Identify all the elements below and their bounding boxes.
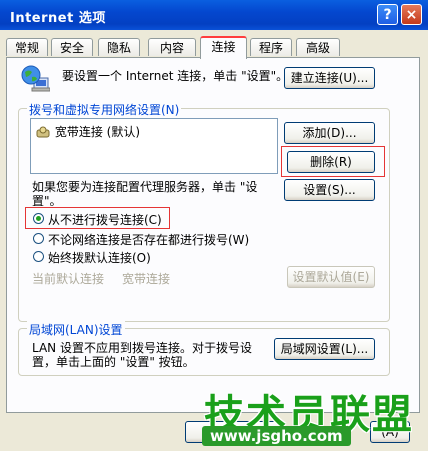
tab-general[interactable]: 常规: [6, 38, 48, 56]
proxy-instruction-text: 如果您要为连接配置代理服务器，单击 "设: [32, 180, 258, 194]
watermark: 技术员联盟 www.jsgho.com: [198, 382, 428, 451]
settings-button[interactable]: 设置(S)...: [284, 179, 375, 201]
tab-privacy[interactable]: 隐私: [98, 38, 140, 56]
broadband-connection-icon: [35, 125, 51, 139]
tab-content[interactable]: 内容: [148, 38, 196, 56]
dial-when-no-network-radio[interactable]: [33, 233, 44, 244]
list-item[interactable]: 宽带连接 (默认): [35, 123, 140, 139]
delete-highlight: [281, 146, 385, 177]
add-button[interactable]: 添加(D)...: [284, 122, 375, 144]
tab-advanced[interactable]: 高级: [296, 38, 340, 56]
lan-settings-button[interactable]: 局域网设置(L)...: [274, 338, 375, 360]
tab-programs[interactable]: 程序: [250, 38, 292, 56]
setup-connection-button[interactable]: 建立连接(U)...: [284, 67, 375, 89]
current-default-label: 当前默认连接: [32, 272, 105, 286]
lan-group-label: 局域网(LAN)设置: [27, 321, 125, 338]
watermark-url: www.jsgho.com: [202, 426, 351, 446]
help-button[interactable]: ?: [377, 4, 398, 25]
current-default-value: 宽带连接: [122, 272, 171, 286]
always-dial-radio[interactable]: [33, 251, 44, 262]
close-button[interactable]: ×: [401, 4, 422, 25]
window-title: Internet 选项: [10, 11, 106, 26]
dial-when-no-network-label: 不论网络连接是否存在都进行拨号(W): [48, 233, 250, 247]
always-dial-label: 始终拨默认连接(O): [48, 251, 151, 265]
setup-instruction-text: 要设置一个 Internet 连接，单击 "设置"。: [62, 69, 289, 83]
lan-description-text-2: 置，单击上面的 "设置" 按钮。: [32, 355, 195, 369]
never-dial-label: 从不进行拨号连接(C): [48, 213, 162, 227]
tab-security[interactable]: 安全: [51, 38, 93, 56]
title-bar: Internet 选项 ? ×: [0, 0, 428, 30]
never-dial-radio[interactable]: [33, 213, 44, 224]
dialup-group-label: 拨号和虚拟专用网络设置(N): [27, 101, 182, 118]
tab-connections[interactable]: 连接: [200, 36, 247, 59]
network-globe-icon: [20, 64, 51, 94]
set-default-button[interactable]: 设置默认值(E): [287, 266, 375, 288]
connection-list[interactable]: 宽带连接 (默认): [30, 118, 278, 174]
connection-name: 宽带连接 (默认): [54, 125, 141, 139]
